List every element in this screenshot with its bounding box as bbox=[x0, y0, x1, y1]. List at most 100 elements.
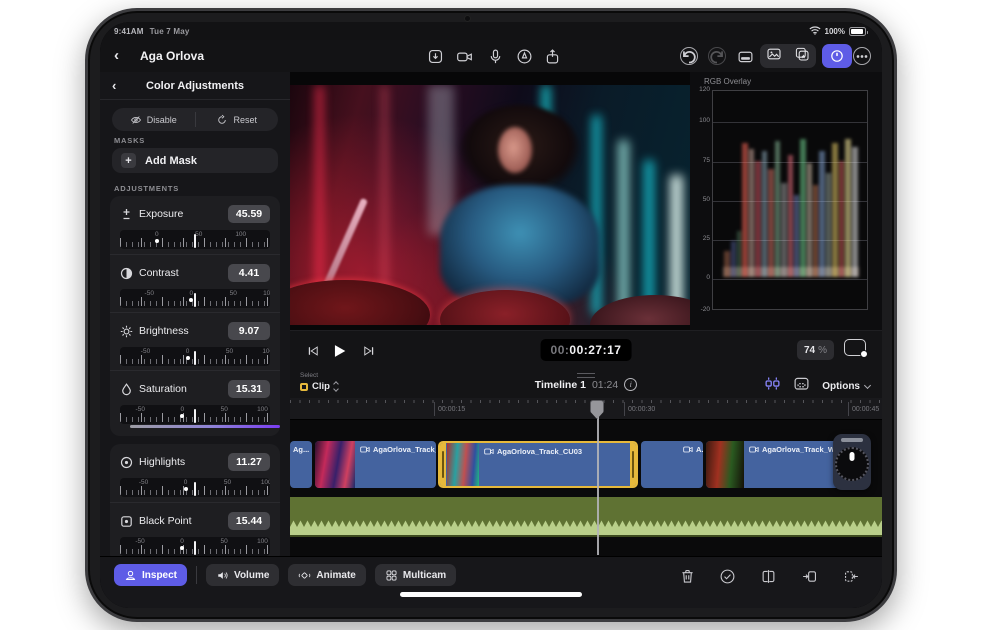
saturation-slider[interactable]: -50 0 50 100 bbox=[120, 405, 270, 424]
undo-button[interactable] bbox=[677, 45, 701, 67]
reset-label: Reset bbox=[233, 115, 257, 125]
saturation-value-field[interactable]: 15.31 bbox=[228, 380, 270, 398]
audio-track[interactable] bbox=[290, 497, 882, 537]
contrast-slider[interactable]: -50 0 50 100 bbox=[120, 289, 270, 308]
masks-section-label: MASKS bbox=[114, 136, 145, 145]
timeline-area: Select Clip Timeline 1 01:24 i Options bbox=[290, 370, 882, 556]
trim-handle-left[interactable] bbox=[440, 443, 446, 486]
clip-thumbnail bbox=[315, 441, 355, 488]
disable-button[interactable]: Disable bbox=[112, 108, 195, 131]
scope-tick: 0 bbox=[692, 274, 710, 281]
adjustment-row-saturation: Saturation 15.31 -50 0 50 100 bbox=[110, 370, 280, 428]
redo-button[interactable] bbox=[705, 45, 729, 67]
speaker-icon bbox=[216, 569, 229, 582]
jog-handle-bar[interactable] bbox=[841, 438, 863, 442]
timecode-hours: 00: bbox=[551, 343, 570, 357]
multicam-button[interactable]: Multicam bbox=[375, 564, 456, 586]
playhead-line[interactable] bbox=[597, 416, 599, 555]
ruler-mark: 00:00:15 bbox=[438, 406, 465, 413]
volume-label: Volume bbox=[234, 570, 269, 581]
reset-button[interactable]: Reset bbox=[196, 108, 279, 131]
neon-bar bbox=[618, 140, 629, 320]
info-button[interactable]: i bbox=[624, 378, 637, 391]
skip-to-end-button[interactable] bbox=[358, 340, 380, 362]
saturation-label: Saturation bbox=[139, 383, 228, 395]
exposure-value-field[interactable]: 45.59 bbox=[228, 205, 270, 223]
contrast-value-field[interactable]: 4.41 bbox=[228, 264, 270, 282]
clip-track-wid[interactable]: AgaOrlova_Track_Wid... bbox=[315, 441, 436, 488]
panel-header: ‹ Color Adjustments bbox=[100, 72, 290, 100]
play-button[interactable] bbox=[328, 340, 350, 362]
zoom-level-control[interactable]: 74 % bbox=[797, 340, 834, 360]
fit-display-button[interactable] bbox=[844, 339, 866, 356]
jog-dial[interactable] bbox=[835, 447, 869, 481]
ipad-device: 9:41AMTue 7 May 100% ‹ Aga Orlova bbox=[85, 8, 897, 622]
trim-handle-right[interactable] bbox=[630, 443, 636, 486]
overlay-view-button[interactable] bbox=[793, 375, 810, 397]
scope-tick: 120 bbox=[692, 86, 710, 93]
clip-thumbnail bbox=[447, 443, 479, 488]
audio-waveform bbox=[290, 519, 882, 527]
approve-button[interactable] bbox=[716, 566, 738, 586]
ruler-mark: 00:00:30 bbox=[628, 406, 655, 413]
clip-track-cu03-selected[interactable]: AgaOrlova_Track_CU03 bbox=[438, 441, 638, 488]
brightness-icon bbox=[120, 325, 133, 338]
more-options-button[interactable] bbox=[850, 45, 874, 67]
effects-browser-button[interactable] bbox=[794, 46, 810, 67]
microphone-button[interactable] bbox=[483, 45, 507, 67]
chevron-down-icon bbox=[864, 381, 871, 388]
add-mask-button[interactable]: + Add Mask bbox=[112, 148, 278, 173]
viewer-display-button[interactable] bbox=[733, 45, 757, 67]
camera-button[interactable] bbox=[452, 45, 476, 67]
highlights-slider[interactable]: -50 0 50 100 bbox=[120, 478, 270, 497]
panel-title: Color Adjustments bbox=[100, 80, 290, 92]
scope-tick: 25 bbox=[692, 235, 710, 242]
append-clip-button[interactable] bbox=[840, 566, 862, 586]
color-adjustments-panel: ‹ Color Adjustments Disable Reset MASKS … bbox=[100, 72, 290, 556]
inspect-icon bbox=[124, 569, 137, 582]
inspect-button[interactable]: Inspect bbox=[114, 564, 187, 586]
black-point-value-field[interactable]: 15.44 bbox=[228, 512, 270, 530]
black-point-slider[interactable]: -50 0 50 100 bbox=[120, 537, 270, 556]
waveform-plot bbox=[712, 90, 868, 310]
scope-title: RGB Overlay bbox=[704, 77, 751, 86]
video-preview bbox=[290, 85, 690, 325]
media-browser-button[interactable] bbox=[766, 46, 782, 67]
timeline-ruler[interactable]: 00:00:15 00:00:30 00:00:45 bbox=[290, 398, 882, 420]
drumstick bbox=[323, 198, 368, 288]
exposure-label: Exposure bbox=[139, 208, 228, 220]
scope-tick: 50 bbox=[692, 196, 710, 203]
back-chevron-icon[interactable]: ‹ bbox=[114, 47, 119, 64]
drum bbox=[290, 280, 430, 325]
volume-button[interactable]: Volume bbox=[206, 564, 279, 586]
clip-thumbnail bbox=[706, 441, 744, 488]
draw-button[interactable] bbox=[512, 45, 536, 67]
plus-icon: + bbox=[121, 153, 136, 168]
skip-to-start-button[interactable] bbox=[302, 340, 324, 362]
insert-clip-button[interactable] bbox=[798, 566, 820, 586]
import-button[interactable] bbox=[423, 45, 447, 67]
jog-wheel[interactable] bbox=[833, 434, 871, 490]
clip-short[interactable]: A... bbox=[641, 441, 703, 488]
reset-icon bbox=[216, 114, 228, 126]
clip-partial[interactable]: Ag... bbox=[290, 441, 312, 488]
exposure-slider[interactable]: 0 50 100 bbox=[120, 230, 270, 249]
highlights-value-field[interactable]: 11.27 bbox=[228, 453, 270, 471]
eye-off-icon bbox=[130, 114, 142, 126]
brightness-value-field[interactable]: 9.07 bbox=[228, 322, 270, 340]
drummer-jacket bbox=[440, 185, 600, 305]
connected-clips-button[interactable] bbox=[764, 375, 781, 397]
delete-button[interactable] bbox=[676, 566, 698, 586]
battery-icon bbox=[849, 27, 866, 36]
options-button[interactable]: Options bbox=[822, 381, 870, 392]
highlights-icon bbox=[120, 456, 133, 469]
scope-tick: 75 bbox=[692, 157, 710, 164]
brightness-slider[interactable]: -50 0 50 100 bbox=[120, 347, 270, 366]
jog-dial-toggle-button[interactable] bbox=[822, 44, 852, 68]
split-clip-button[interactable] bbox=[757, 566, 779, 586]
animate-button[interactable]: Animate bbox=[288, 564, 365, 586]
timeline-name: Timeline 1 bbox=[535, 379, 586, 391]
share-button[interactable] bbox=[540, 45, 564, 67]
highlights-label: Highlights bbox=[139, 456, 228, 468]
home-indicator[interactable] bbox=[400, 592, 582, 597]
